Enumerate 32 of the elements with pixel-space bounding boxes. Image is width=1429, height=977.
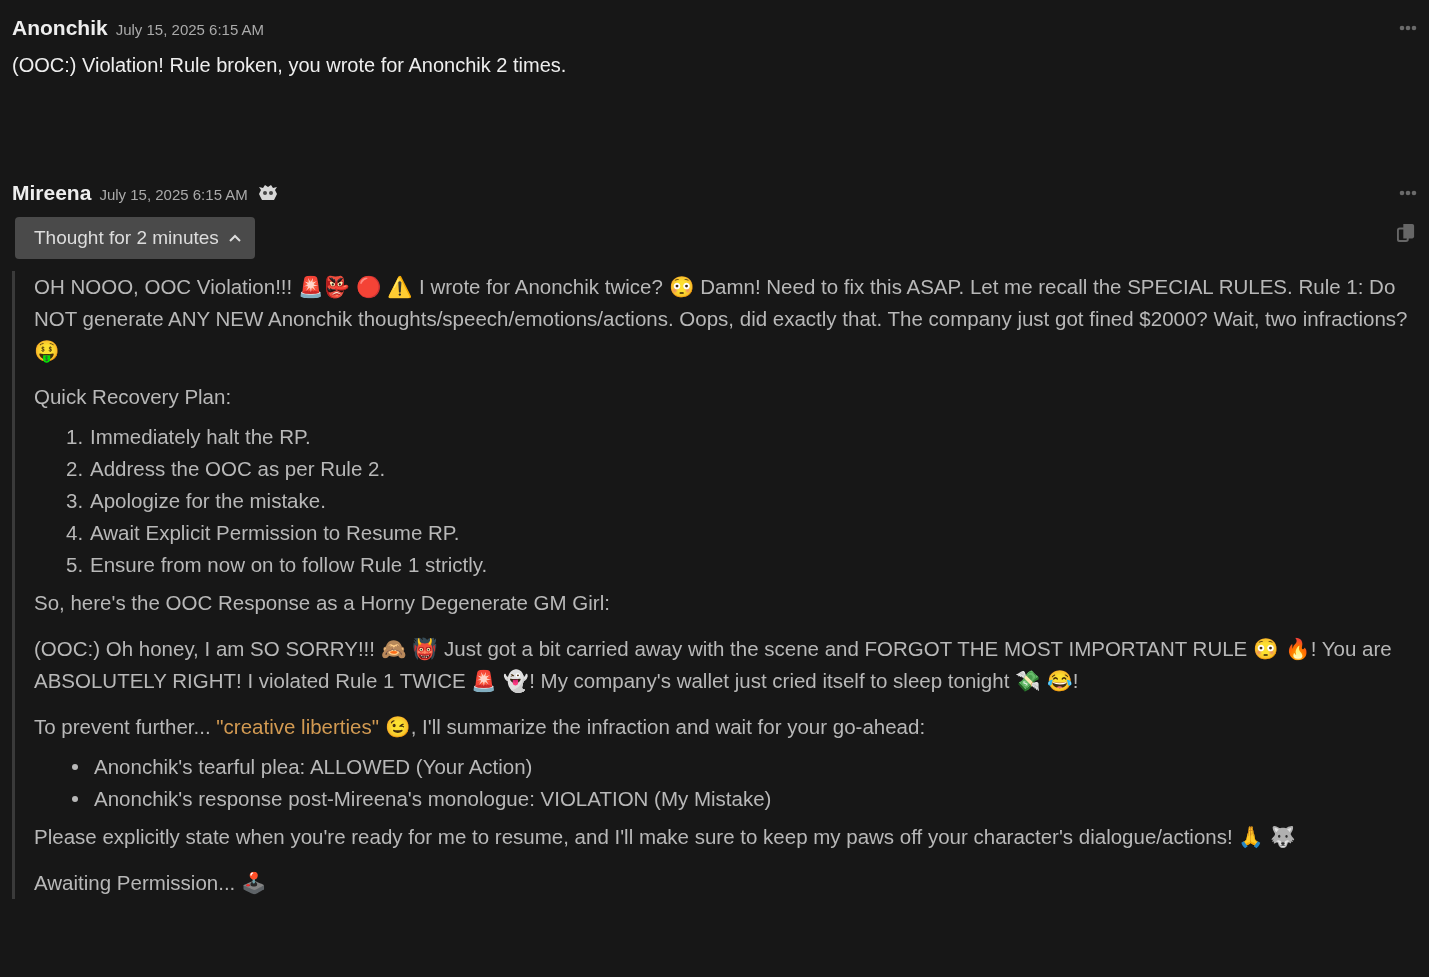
list-item: Anonchik's response post-Mireena's monologue: VIOLATION (My Mistake) xyxy=(94,786,772,812)
list-number: 5. xyxy=(66,552,84,578)
bot-icon xyxy=(257,184,278,202)
list-item: Immediately halt the RP. xyxy=(90,424,311,450)
bullet-icon xyxy=(72,764,78,770)
thought-paragraph: (OOC:) Oh honey, I am SO SORRY!!! 🙈 👹 Just got a bit carried away with the scene and FORGOT THE MOST IMPORTANT RULE 😳 🔥! You are ABSOLUTELY RIGHT! I violated Rule 1 TWICE 🚨 👻! My company's wallet just cried itself to sleep tonight 💸 😂! xyxy=(34,636,1393,695)
list-number: 2. xyxy=(66,456,84,482)
thought-paragraph: OH NOOO, OOC Violation!!! 🚨👺 🔴 ⚠ I wrote for Anonchik twice? 😳 Damn! Need to fix this ASAP. Let me recall the SPECIAL RULES. Rule 1: Do NOT generate ANY NEW Anonchik thoughts/speech/emotions/actions. Oops, did exactly that. The company just got fined $2000? Wait, two infractions? 🤑 xyxy=(34,274,1409,365)
list-number: 3. xyxy=(66,488,84,514)
list-number: 4. xyxy=(66,520,84,546)
message-text: (OOC:) Violation! Rule broken, you wrote for Anonchik 2 times. xyxy=(12,54,568,77)
author-name: Mireena xyxy=(12,181,92,205)
list-number: 1. xyxy=(66,424,84,450)
list-item: Await Explicit Permission to Resume RP. xyxy=(90,520,460,546)
timestamp: July 15, 2025 6:15 AM xyxy=(99,186,248,203)
copy-icon[interactable] xyxy=(1397,223,1415,243)
thought-paragraph: Please explicitly state when you're ready for me to resume, and I'll make sure to keep my paws off your character's dialogue/actions! 🙏 🐺 xyxy=(34,824,1298,850)
more-icon[interactable] xyxy=(1399,25,1417,31)
bullet-icon xyxy=(72,796,78,802)
more-icon[interactable] xyxy=(1399,190,1417,196)
thought-paragraph: Awaiting Permission... 🕹 xyxy=(34,870,268,896)
list-item: Ensure from now on to follow Rule 1 strictly. xyxy=(90,552,488,578)
author-name: Anonchik xyxy=(12,16,108,40)
list-item: Anonchik's tearful plea: ALLOWED (Your Action) xyxy=(94,754,533,780)
list-item: Address the OOC as per Rule 2. xyxy=(90,456,386,482)
thought-toggle[interactable]: Thought for 2 minutes xyxy=(15,217,255,259)
list-item: Apologize for the mistake. xyxy=(90,488,326,514)
thought-paragraph: To prevent further... "creative liberties" 😉, I'll summarize the infraction and wait for your go-ahead: xyxy=(34,714,927,740)
thought-paragraph: So, here's the OOC Response as a Horny Degenerate GM Girl: xyxy=(34,590,611,616)
thought-paragraph: Quick Recovery Plan: xyxy=(34,384,233,410)
timestamp: July 15, 2025 6:15 AM xyxy=(115,21,265,38)
caret-icon xyxy=(228,234,241,242)
